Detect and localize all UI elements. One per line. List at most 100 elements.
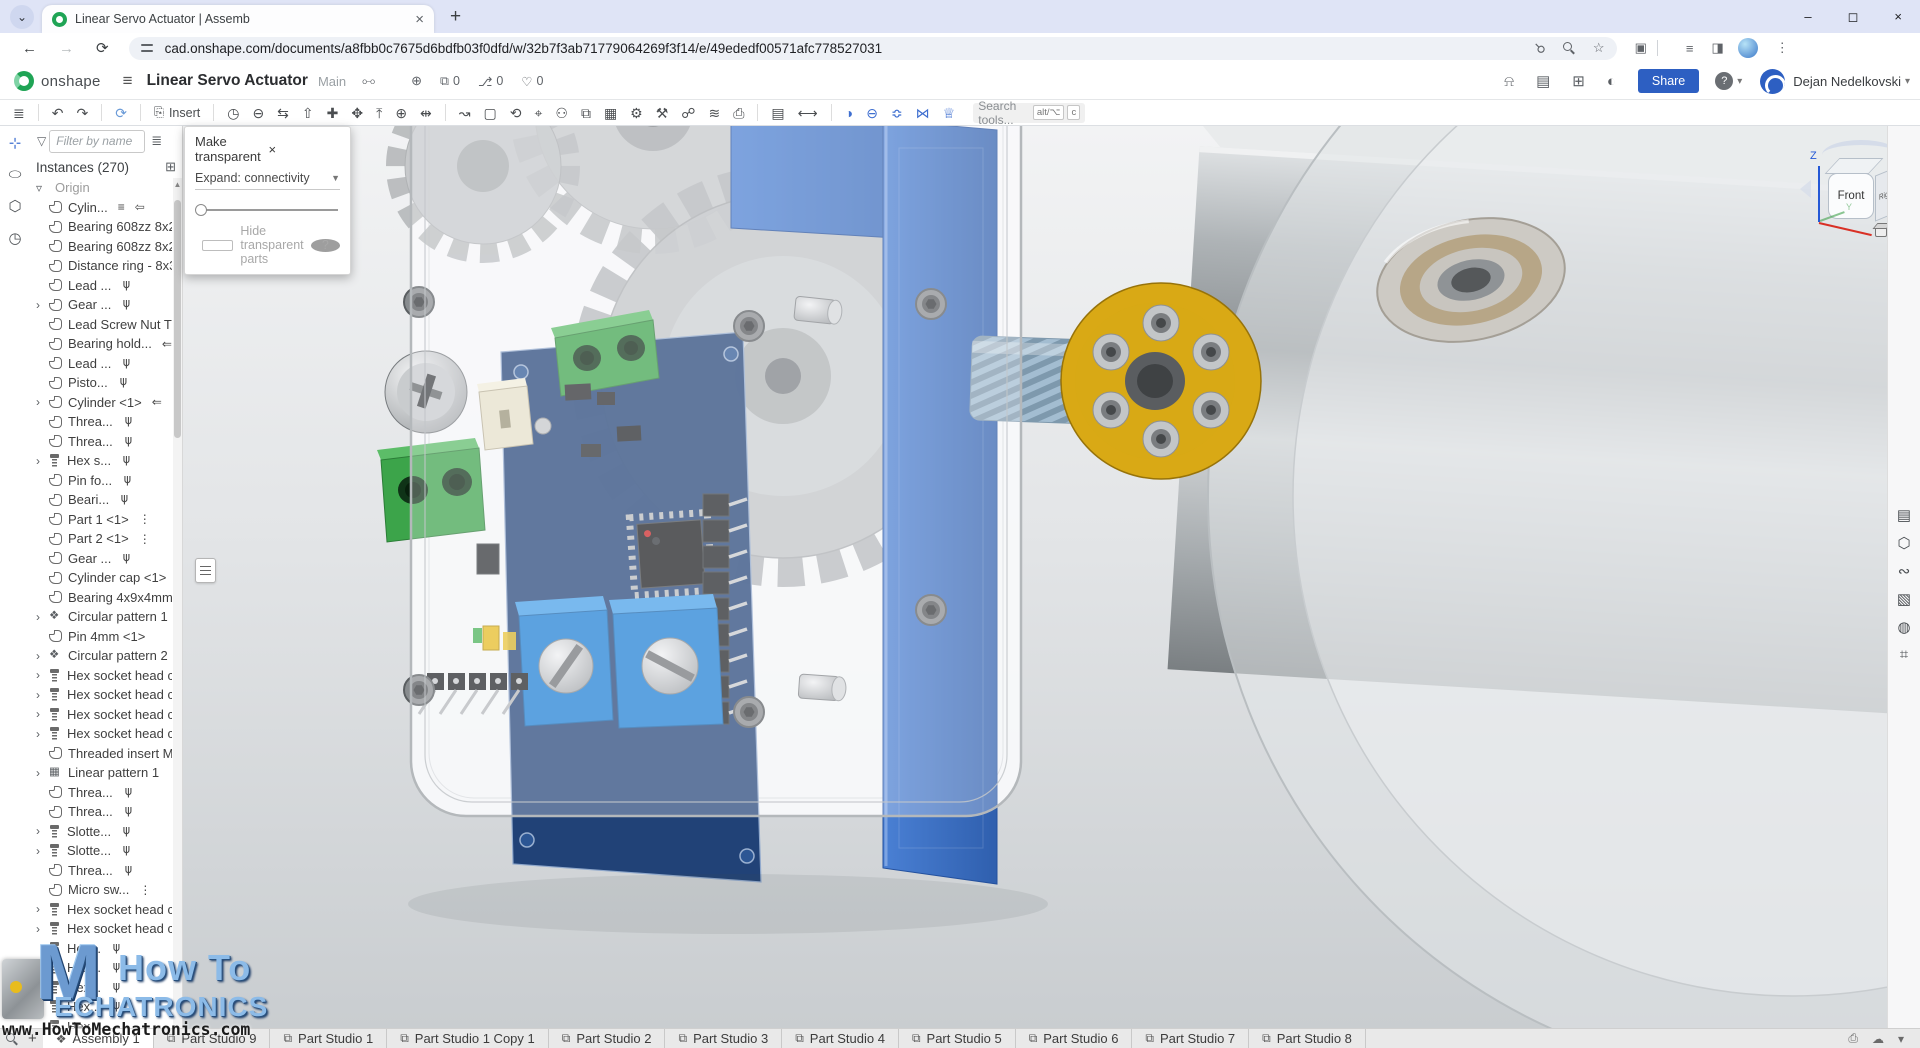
- refresh-button[interactable]: ⟳: [96, 39, 109, 57]
- user-caret-icon[interactable]: ▾: [1905, 76, 1910, 87]
- appearance-icon[interactable]: ♕: [943, 106, 956, 120]
- tree-item[interactable]: Distance ring - 8x3...: [30, 256, 172, 276]
- mate-icon[interactable]: ⊖: [252, 106, 264, 120]
- document-tab-part-studio-8[interactable]: ⧉Part Studio 8: [1249, 1029, 1366, 1048]
- zoom-tabs-icon[interactable]: [6, 1033, 18, 1045]
- back-button[interactable]: ←: [22, 40, 37, 57]
- document-tab-part-studio-4[interactable]: ⧉Part Studio 4: [782, 1029, 899, 1048]
- tasks-icon[interactable]: ▤: [1536, 72, 1550, 90]
- rotate-view-icon[interactable]: ⟲: [510, 106, 522, 120]
- mechanism-icon[interactable]: ⚒: [656, 106, 669, 120]
- browser-profile-avatar[interactable]: [1738, 38, 1758, 58]
- scrollbar-up-icon[interactable]: ▲: [173, 180, 182, 189]
- menu-dots-icon[interactable]: ⋮: [1776, 40, 1789, 56]
- onshape-logo-icon[interactable]: [14, 71, 34, 91]
- key-icon[interactable]: ⚲: [1535, 40, 1545, 56]
- new-tab-button[interactable]: +: [450, 6, 461, 28]
- expand-caret-icon[interactable]: ›: [36, 825, 49, 837]
- url-text[interactable]: cad.onshape.com/documents/a8fbb0c7675d6b…: [165, 41, 1518, 56]
- transparent-housing-front[interactable]: [411, 126, 1021, 816]
- link-icon[interactable]: ⧟: [362, 73, 375, 89]
- tree-item[interactable]: Part 1 <1>⋮: [30, 510, 172, 530]
- copies-count[interactable]: ⧉0: [440, 74, 460, 89]
- tree-item[interactable]: Threa...⋔: [30, 861, 172, 881]
- tree-item[interactable]: ›Hex socket head ca...: [30, 900, 172, 920]
- tree-item[interactable]: ›❖Circular pattern 1: [30, 607, 172, 627]
- tree-item[interactable]: Cylinder cap <1>: [30, 568, 172, 588]
- expand-caret-icon[interactable]: ›: [36, 669, 49, 681]
- viewcube-front-face[interactable]: Front: [1828, 173, 1874, 219]
- duplicate-icon[interactable]: ⧉: [581, 106, 591, 120]
- tree-item[interactable]: Cylin...≡⇦: [30, 198, 172, 218]
- exploded-view-icon[interactable]: ≎: [891, 106, 903, 120]
- hide-parts-icon[interactable]: ⊖: [866, 106, 878, 120]
- document-tab-part-studio-6[interactable]: ⧉Part Studio 6: [1016, 1029, 1133, 1048]
- tree-item[interactable]: Hex...: [30, 1017, 172, 1029]
- tree-item[interactable]: Lead ...⋔: [30, 354, 172, 374]
- add-tab-button[interactable]: +: [28, 1030, 37, 1047]
- list-view-icon[interactable]: ≣: [151, 133, 162, 149]
- scrollbar-thumb[interactable]: [174, 200, 181, 438]
- section-view-icon[interactable]: ◑: [845, 106, 853, 120]
- view-cube[interactable]: Front Right Z X Y ✕: [1800, 140, 1887, 255]
- zoom-icon[interactable]: [1563, 42, 1575, 54]
- viewcube-left-arrow-icon[interactable]: [1800, 180, 1811, 198]
- bom-icon[interactable]: ▤: [771, 106, 784, 120]
- document-tab-part-studio-2[interactable]: ⧉Part Studio 2: [549, 1029, 666, 1048]
- tab-close-icon[interactable]: ×: [415, 11, 424, 28]
- tree-item[interactable]: Threa...⋔: [30, 432, 172, 452]
- panel-drag-handle[interactable]: [195, 558, 216, 583]
- document-tab-part-studio-3[interactable]: ⧉Part Studio 3: [665, 1029, 782, 1048]
- tree-item[interactable]: ›Hex socket head ca...: [30, 724, 172, 744]
- corner-caret-icon[interactable]: ▾: [1898, 1032, 1904, 1046]
- tree-item[interactable]: Threaded insert M4...: [30, 744, 172, 764]
- transparency-slider[interactable]: [197, 204, 338, 216]
- tree-item[interactable]: Pin 4mm <1>: [30, 627, 172, 647]
- configurations-icon[interactable]: ⌗: [1900, 646, 1908, 663]
- linkage-icon[interactable]: ☍: [681, 106, 695, 120]
- help-caret-icon[interactable]: ▾: [1737, 76, 1742, 87]
- expand-caret-icon[interactable]: ›: [36, 396, 49, 408]
- viewcube-right-face[interactable]: Right: [1875, 166, 1887, 221]
- expand-caret-icon[interactable]: ›: [36, 845, 49, 857]
- user-avatar[interactable]: [1760, 69, 1785, 94]
- comments-icon[interactable]: ⬭: [9, 166, 22, 183]
- dialog-help-icon[interactable]: ?: [311, 239, 340, 252]
- document-panel-icon[interactable]: ▤: [1897, 506, 1911, 524]
- forward-button[interactable]: →: [59, 40, 74, 57]
- expand-dropdown[interactable]: Expand: connectivity ▼: [195, 171, 340, 190]
- rack-icon[interactable]: ≋: [708, 106, 720, 120]
- help-icon[interactable]: ?: [1715, 72, 1733, 90]
- snap-mate-icon[interactable]: ⊕: [395, 106, 407, 120]
- assembly-3d-view[interactable]: [183, 126, 1887, 1028]
- tree-item[interactable]: Hex...⋔: [30, 997, 172, 1017]
- expand-caret-icon[interactable]: ›: [36, 708, 49, 720]
- notifications-bell-icon[interactable]: ⍾: [1504, 73, 1514, 90]
- tree-item[interactable]: ›Hex socket head ca...: [30, 685, 172, 705]
- tree-item[interactable]: Bearing 608zz 8x22...: [30, 217, 172, 237]
- search-tools-box[interactable]: Search tools... alt/⌥ c: [973, 103, 1085, 123]
- expand-caret-icon[interactable]: ›: [36, 455, 49, 467]
- extensions-icon[interactable]: ▣: [1635, 40, 1647, 56]
- graphics-area[interactable]: Front Right Z X Y ✕ ▾: [183, 126, 1887, 1028]
- document-tab-part-studio-7[interactable]: ⧉Part Studio 7: [1132, 1029, 1249, 1048]
- slider-knob[interactable]: [195, 204, 207, 216]
- tree-item[interactable]: ›Hex socket head ca...: [30, 705, 172, 725]
- redo-icon[interactable]: ↷: [76, 106, 88, 120]
- tree-item[interactable]: Bearing 608zz 8x22...: [30, 237, 172, 257]
- filter-input[interactable]: [49, 130, 145, 153]
- flange-coupling[interactable]: [1061, 283, 1261, 479]
- move-icon[interactable]: ✚: [327, 106, 339, 120]
- expand-caret-icon[interactable]: ›: [36, 299, 49, 311]
- tree-item[interactable]: Threa...⋔: [30, 802, 172, 822]
- document-tab-part-studio-1[interactable]: ⧉Part Studio 1: [270, 1029, 387, 1048]
- tree-item[interactable]: Bearing 4x9x4mm ...: [30, 588, 172, 608]
- document-menu-icon[interactable]: ≡: [123, 71, 133, 91]
- tree-item-origin[interactable]: ▿Origin: [30, 178, 172, 198]
- tree-item[interactable]: ›Hex socket head ca...: [30, 666, 172, 686]
- tree-item[interactable]: Hex...⋔: [30, 978, 172, 998]
- pattern-icon[interactable]: ▦: [604, 106, 617, 120]
- expand-caret-icon[interactable]: ›: [36, 903, 49, 915]
- user-name[interactable]: Dejan Nedelkovski: [1793, 74, 1901, 89]
- expand-caret-icon[interactable]: ›: [36, 923, 49, 935]
